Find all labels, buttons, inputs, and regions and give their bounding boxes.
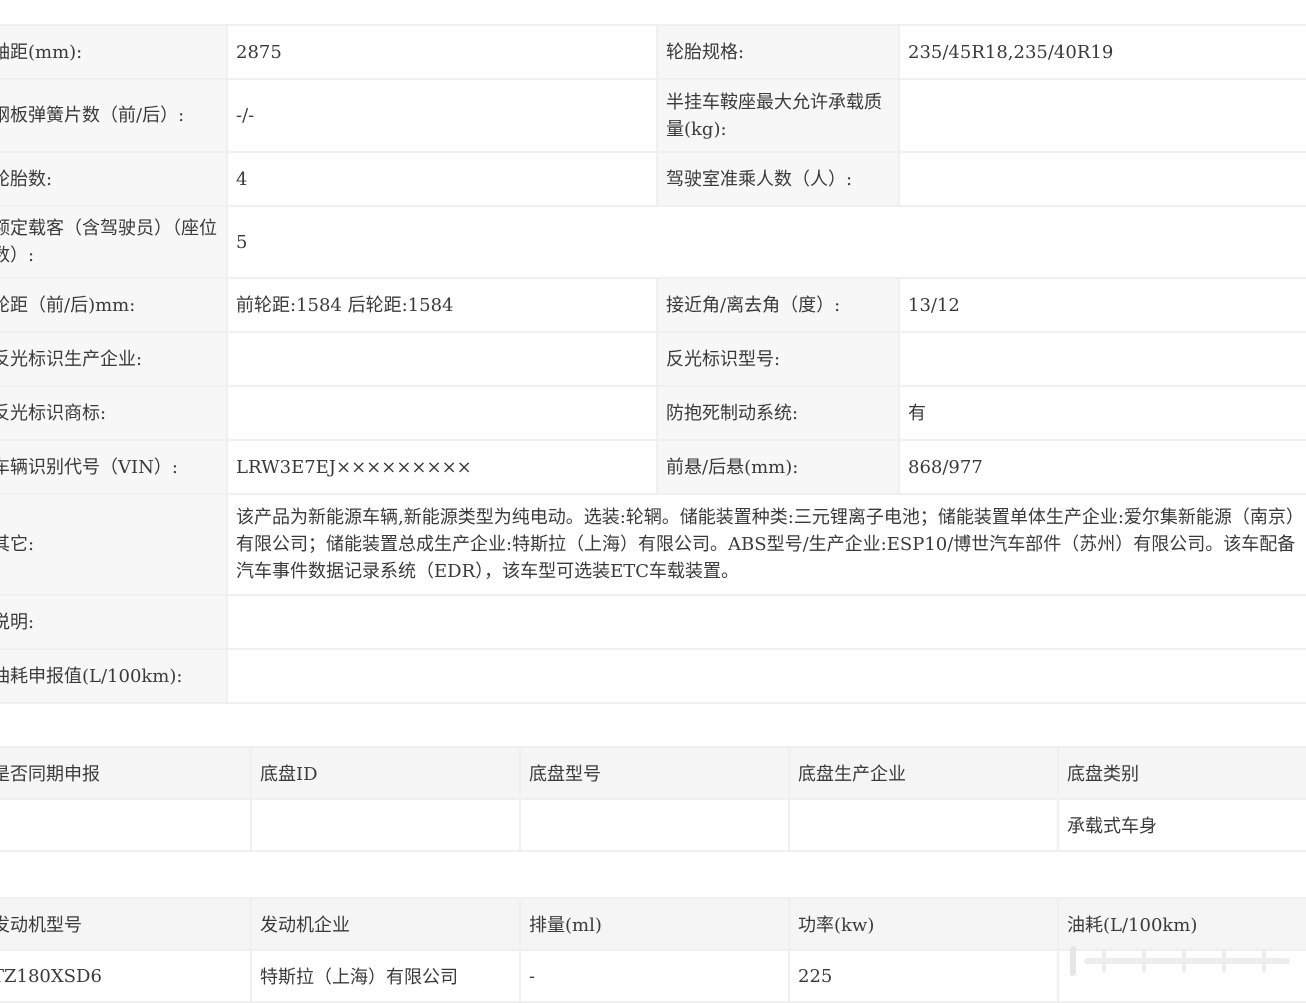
spec-value: 235/45R18,235/40R19 <box>898 24 1306 80</box>
spec-row-vin: 车辆识别代号（VIN）: LRW3E7EJ××××××××× 前悬/后悬(mm)… <box>0 439 1306 495</box>
spec-label: 反光标识生产企业: <box>0 331 228 387</box>
top-strip <box>0 0 1306 24</box>
table-cell <box>788 798 1059 852</box>
watermark-logo <box>1070 946 1290 976</box>
spec-value-other: 该产品为新能源车辆,新能源类型为纯电动。选装:轮辋。储能装置种类:三元锂离子电池… <box>226 493 1306 596</box>
spec-table: 轴距(mm): 2875 轮胎规格: 235/45R18,235/40R19 钢… <box>0 24 1306 704</box>
spec-value: LRW3E7EJ××××××××× <box>226 439 658 495</box>
table-row: 承载式车身 <box>0 798 1306 852</box>
spec-label: 油耗申报值(L/100km): <box>0 648 228 704</box>
column-header: 发动机企业 <box>250 897 521 951</box>
spec-value: 有 <box>898 385 1306 441</box>
spec-value: 前轮距:1584 后轮距:1584 <box>226 277 658 333</box>
table-cell: 225 <box>788 949 1059 1003</box>
column-header: 底盘类别 <box>1057 746 1306 800</box>
spec-value: 2875 <box>226 24 658 80</box>
spec-row-tire-count: 轮胎数: 4 驾驶室准乘人数（人）: <box>0 151 1306 207</box>
spec-label: 轴距(mm): <box>0 24 228 80</box>
column-header: 功率(kw) <box>788 897 1059 951</box>
chassis-header-row: 是否同期申报 底盘ID 底盘型号 底盘生产企业 底盘类别 <box>0 746 1306 800</box>
spec-label: 接近角/离去角（度）: <box>656 277 900 333</box>
table-cell: TZ180XSD6 <box>0 949 252 1003</box>
spec-label: 轮胎数: <box>0 151 228 207</box>
table-cell <box>0 798 252 852</box>
table-cell: 承载式车身 <box>1057 798 1306 852</box>
spec-label: 轮胎规格: <box>656 24 900 80</box>
spec-row-reflector-brand: 反光标识商标: 防抱死制动系统: 有 <box>0 385 1306 441</box>
spec-label: 额定载客（含驾驶员）（座位数）: <box>0 205 228 279</box>
spec-value <box>226 594 1306 650</box>
spec-row-wheelbase: 轴距(mm): 2875 轮胎规格: 235/45R18,235/40R19 <box>0 24 1306 80</box>
spec-row-leaf-spring: 钢板弹簧片数（前/后）: -/- 半挂车鞍座最大允许承载质量(kg): <box>0 78 1306 153</box>
spec-label: 轮距（前/后)mm: <box>0 277 228 333</box>
spec-value <box>898 151 1306 207</box>
column-header: 底盘ID <box>250 746 521 800</box>
column-header: 底盘生产企业 <box>788 746 1059 800</box>
spec-value: 13/12 <box>898 277 1306 333</box>
spec-label: 反光标识型号: <box>656 331 900 387</box>
spec-row-rated-passengers: 额定载客（含驾驶员）（座位数）: 5 <box>0 205 1306 279</box>
spec-value: 868/977 <box>898 439 1306 495</box>
spec-label: 前悬/后悬(mm): <box>656 439 900 495</box>
spec-value: 4 <box>226 151 658 207</box>
spec-value <box>226 331 658 387</box>
column-header: 发动机型号 <box>0 897 252 951</box>
spec-label: 反光标识商标: <box>0 385 228 441</box>
table-cell: 特斯拉（上海）有限公司 <box>250 949 521 1003</box>
spec-label: 说明: <box>0 594 228 650</box>
spec-label: 防抱死制动系统: <box>656 385 900 441</box>
spec-row-track-width: 轮距（前/后)mm: 前轮距:1584 后轮距:1584 接近角/离去角（度）:… <box>0 277 1306 333</box>
spec-row-fuel: 油耗申报值(L/100km): <box>0 648 1306 704</box>
column-header: 底盘型号 <box>519 746 790 800</box>
table-cell <box>519 798 790 852</box>
spec-value <box>898 78 1306 153</box>
spec-value <box>226 385 658 441</box>
spec-value: -/- <box>226 78 658 153</box>
spec-value <box>226 648 1306 704</box>
column-header: 排量(ml) <box>519 897 790 951</box>
spec-label: 其它: <box>0 493 228 596</box>
table-cell <box>250 798 521 852</box>
spec-label: 钢板弹簧片数（前/后）: <box>0 78 228 153</box>
chassis-table: 是否同期申报 底盘ID 底盘型号 底盘生产企业 底盘类别 承载式车身 <box>0 746 1306 852</box>
spec-value <box>898 331 1306 387</box>
spec-label: 驾驶室准乘人数（人）: <box>656 151 900 207</box>
spec-label: 半挂车鞍座最大允许承载质量(kg): <box>656 78 900 153</box>
spec-row-reflector-maker: 反光标识生产企业: 反光标识型号: <box>0 331 1306 387</box>
spec-label: 车辆识别代号（VIN）: <box>0 439 228 495</box>
spec-row-notes: 说明: <box>0 594 1306 650</box>
column-header: 是否同期申报 <box>0 746 252 800</box>
table-cell: - <box>519 949 790 1003</box>
spec-value: 5 <box>226 205 1306 279</box>
spec-row-other: 其它: 该产品为新能源车辆,新能源类型为纯电动。选装:轮辋。储能装置种类:三元锂… <box>0 493 1306 596</box>
